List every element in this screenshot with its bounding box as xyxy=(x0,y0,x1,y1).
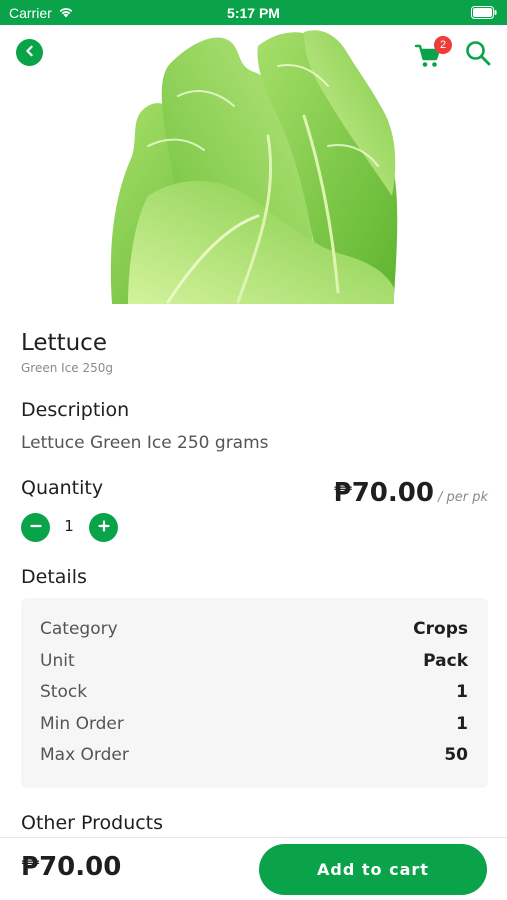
decrease-quantity-button[interactable] xyxy=(21,513,50,542)
bottom-bar: ₱70.00 Add to cart xyxy=(0,838,507,900)
battery-icon xyxy=(471,6,497,22)
detail-label: Category xyxy=(40,619,118,639)
detail-label: Max Order xyxy=(40,745,129,765)
detail-value: 1 xyxy=(456,682,468,702)
cart-count-badge: 2 xyxy=(434,36,452,54)
detail-row-unit: Unit Pack xyxy=(40,649,468,673)
search-icon xyxy=(464,41,492,71)
quantity-value: 1 xyxy=(64,517,74,535)
details-heading: Details xyxy=(21,566,87,588)
detail-row-min-order: Min Order 1 xyxy=(40,712,468,736)
detail-value: 1 xyxy=(456,714,468,734)
minus-icon xyxy=(29,518,43,537)
detail-value: Pack xyxy=(423,651,468,671)
total-price: ₱70.00 xyxy=(21,852,122,882)
cart-button[interactable]: 2 xyxy=(414,36,452,68)
unit-price: ₱70.00 / per pk xyxy=(334,478,488,508)
increase-quantity-button[interactable] xyxy=(89,513,118,542)
back-button[interactable] xyxy=(16,39,43,66)
add-to-cart-button[interactable]: Add to cart xyxy=(259,844,487,895)
product-description: Lettuce Green Ice 250 grams xyxy=(21,433,269,453)
product-name: Lettuce xyxy=(21,330,107,356)
search-button[interactable] xyxy=(464,39,492,67)
detail-label: Stock xyxy=(40,682,88,702)
detail-value: Crops xyxy=(413,619,468,639)
detail-row-category: Category Crops xyxy=(40,617,468,641)
status-bar: Carrier 5:17 PM xyxy=(0,0,507,25)
plus-icon xyxy=(97,518,111,537)
detail-value: 50 xyxy=(444,745,468,765)
back-arrow-icon xyxy=(23,43,37,62)
detail-row-max-order: Max Order 50 xyxy=(40,743,468,767)
detail-label: Min Order xyxy=(40,714,124,734)
details-card: Category Crops Unit Pack Stock 1 Min Ord… xyxy=(21,598,488,788)
status-time: 5:17 PM xyxy=(227,5,280,21)
detail-label: Unit xyxy=(40,651,75,671)
unit-price-unit: / per pk xyxy=(437,490,488,505)
unit-price-amount: ₱70.00 xyxy=(333,478,434,508)
product-image xyxy=(108,26,400,310)
detail-row-stock: Stock 1 xyxy=(40,680,468,704)
other-products-heading: Other Products xyxy=(21,812,164,834)
description-heading: Description xyxy=(21,399,130,421)
product-variant: Green Ice 250g xyxy=(21,361,114,375)
quantity-heading: Quantity xyxy=(21,477,104,499)
